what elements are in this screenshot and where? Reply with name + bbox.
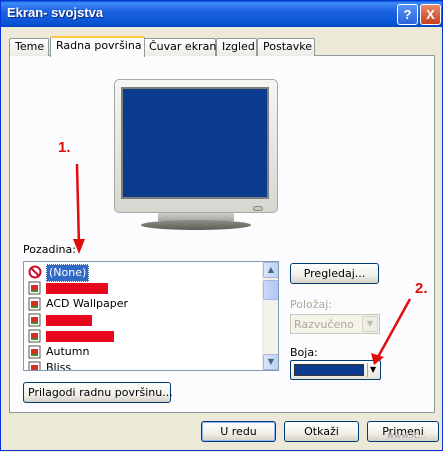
redacted-filename — [46, 315, 92, 326]
list-item-label: Bliss — [46, 361, 72, 371]
background-listbox[interactable]: (None) ACD Wallpaper Autumn Bliss ▲ ▼ — [23, 261, 279, 371]
cancel-button[interactable]: Otkaži — [284, 421, 359, 442]
list-item[interactable] — [26, 312, 262, 328]
list-item[interactable]: Autumn — [26, 344, 262, 360]
list-item-label: ACD Wallpaper — [46, 297, 129, 310]
position-label: Položaj: — [290, 298, 333, 311]
list-item[interactable]: ACD Wallpaper — [26, 296, 262, 312]
image-file-icon — [28, 281, 41, 295]
divider — [367, 363, 368, 377]
help-button[interactable]: ? — [397, 4, 418, 25]
close-button[interactable]: X — [420, 4, 441, 25]
tab-appearance[interactable]: Izgled — [216, 38, 257, 56]
color-swatch — [294, 364, 364, 376]
redacted-filename — [46, 283, 108, 294]
monitor-stand — [141, 220, 251, 230]
title-bar[interactable]: Ekran- svojstva ? X — [1, 1, 442, 27]
annotation-number-1: 1. — [58, 139, 71, 156]
monitor-power-icon — [253, 206, 263, 211]
chevron-down-icon: ▼ — [370, 365, 377, 374]
list-item[interactable] — [26, 280, 262, 296]
browse-button[interactable]: Pregledaj... — [290, 263, 379, 284]
watermark: www.it... — [387, 431, 426, 441]
image-file-icon — [28, 329, 41, 343]
tab-themes[interactable]: Teme — [9, 38, 49, 56]
scroll-down-icon[interactable]: ▼ — [263, 354, 278, 370]
display-properties-window: Ekran- svojstva ? X Teme Radna površina … — [0, 0, 443, 451]
image-file-icon — [28, 313, 41, 327]
tab-desktop[interactable]: Radna površina — [50, 36, 145, 57]
list-item[interactable] — [26, 328, 262, 344]
list-item[interactable]: (None) — [26, 264, 262, 282]
none-icon — [28, 265, 42, 279]
color-picker-button[interactable]: ▼ — [290, 360, 381, 380]
color-label: Boja: — [290, 346, 318, 359]
listbox-scrollbar[interactable]: ▲ ▼ — [262, 262, 278, 370]
tab-settings[interactable]: Postavke — [257, 38, 315, 56]
customize-desktop-button[interactable]: Prilagodi radnu površinu... — [23, 382, 173, 403]
monitor-preview-screen — [121, 87, 269, 199]
background-label: Pozadina: — [23, 243, 76, 256]
chevron-down-icon: ▼ — [362, 316, 378, 332]
image-file-icon — [28, 361, 41, 370]
scrollbar-thumb[interactable] — [263, 280, 278, 300]
scroll-up-icon[interactable]: ▲ — [263, 262, 278, 278]
redacted-filename — [46, 331, 114, 342]
position-select[interactable]: Razvučeno ▼ — [290, 314, 380, 334]
annotation-number-2: 2. — [415, 280, 428, 297]
tab-screensaver[interactable]: Čuvar ekrana — [143, 38, 223, 56]
image-file-icon — [28, 345, 41, 359]
position-value: Razvučeno — [294, 318, 354, 331]
ok-button[interactable]: U redu — [201, 421, 276, 442]
list-item[interactable]: Bliss — [26, 360, 262, 371]
list-item-label: Autumn — [46, 345, 90, 358]
window-title: Ekran- svojstva — [7, 5, 104, 20]
image-file-icon — [28, 297, 41, 311]
